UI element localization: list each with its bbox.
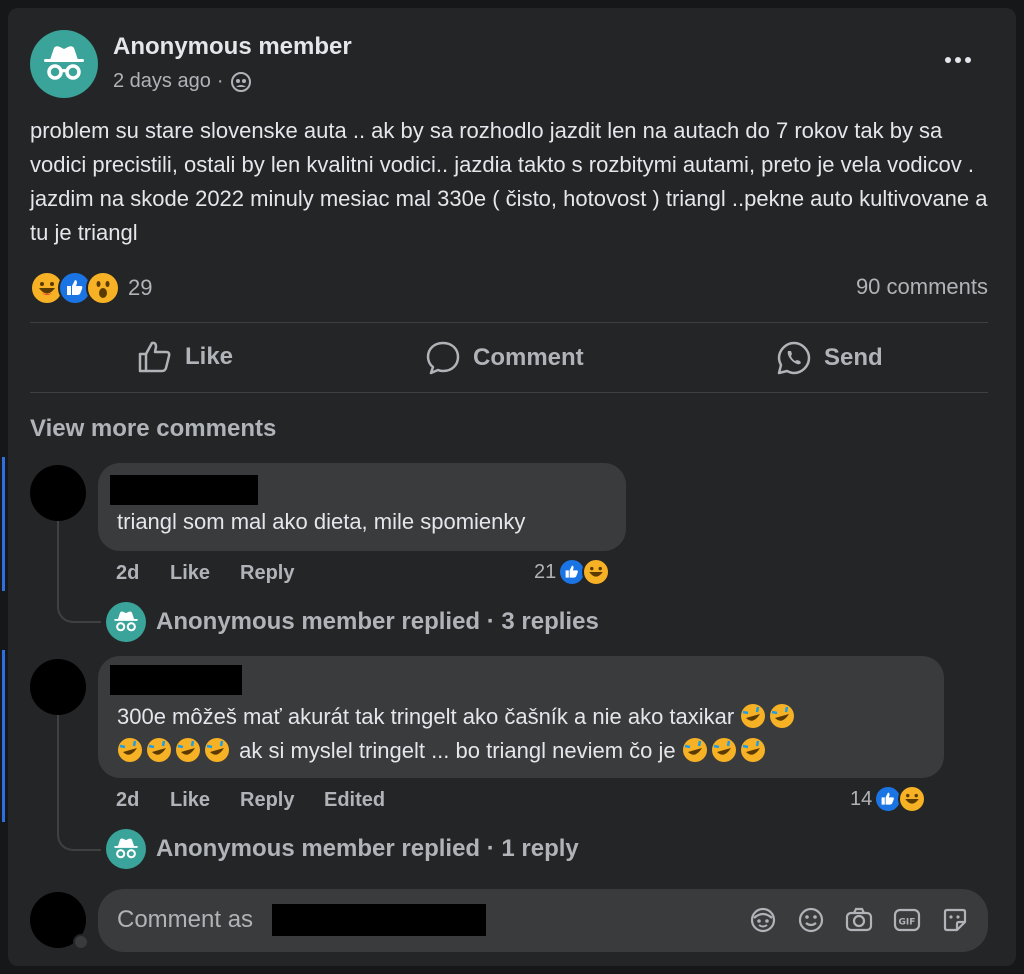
sticker-icon[interactable] xyxy=(940,905,970,935)
anonymous-avatar xyxy=(106,602,146,642)
rofl-emoji-icon xyxy=(175,737,201,763)
comment-reactions[interactable]: 21 xyxy=(534,558,611,586)
comment-label: Comment xyxy=(473,344,584,371)
highlight-bar xyxy=(2,457,5,591)
incognito-icon xyxy=(44,46,84,80)
comment-like-button[interactable]: Like xyxy=(170,562,210,585)
dot-icon xyxy=(955,57,961,63)
comment-like-button[interactable]: Like xyxy=(170,789,210,812)
camera-icon[interactable] xyxy=(844,905,874,935)
comment-reaction-count: 14 xyxy=(850,787,873,810)
post-author-name[interactable]: Anonymous member xyxy=(113,33,352,61)
comment-text: triangl som mal ako dieta, mile spomienk… xyxy=(117,509,526,534)
redacted-name[interactable] xyxy=(110,665,242,695)
more-options-button[interactable] xyxy=(940,48,976,72)
rofl-emoji-icon xyxy=(117,737,143,763)
post-text: problem su stare slovenske auta .. ak by… xyxy=(30,118,988,245)
comment-reply-button[interactable]: Reply xyxy=(240,562,294,585)
dot-icon xyxy=(965,57,971,63)
wow-emoji-icon xyxy=(86,271,120,305)
whatsapp-icon xyxy=(777,341,811,375)
commenter-avatar[interactable] xyxy=(30,659,86,715)
comment-bubble-icon xyxy=(426,341,460,375)
redacted-name[interactable] xyxy=(110,475,258,505)
like-button[interactable]: Like xyxy=(137,340,233,374)
emoji-icon[interactable] xyxy=(796,905,826,935)
like-label: Like xyxy=(185,343,234,370)
thumbs-up-icon xyxy=(138,341,171,373)
highlight-bar xyxy=(2,650,5,822)
comment-text: 300e môžeš mať akurát tak tringelt ako č… xyxy=(117,704,735,729)
view-more-comments[interactable]: View more comments xyxy=(30,415,276,443)
group-audience-icon xyxy=(230,71,251,92)
comments-count[interactable]: 90 comments xyxy=(856,274,988,300)
chevron-down-icon[interactable] xyxy=(73,934,89,950)
replies-label: Anonymous member replied · 1 reply xyxy=(156,835,579,862)
post-reactions[interactable]: 29 xyxy=(30,271,152,305)
composer-tools: GIF xyxy=(748,905,970,935)
redacted-name xyxy=(272,904,486,936)
comment-time[interactable]: 2d xyxy=(116,562,139,585)
divider xyxy=(30,322,988,323)
comment-reaction-count: 21 xyxy=(534,560,557,583)
comment-button[interactable]: Comment xyxy=(425,340,584,376)
send-label: Send xyxy=(824,344,883,371)
thread-line xyxy=(57,715,101,851)
commenter-avatar[interactable] xyxy=(30,465,86,521)
divider xyxy=(30,392,988,393)
view-replies-link[interactable]: Anonymous member replied · 1 reply xyxy=(106,829,579,869)
gif-icon[interactable]: GIF xyxy=(892,905,922,935)
incognito-icon xyxy=(114,838,138,859)
anonymous-avatar[interactable] xyxy=(30,30,98,98)
comment-reply-button[interactable]: Reply xyxy=(240,789,294,812)
laugh-emoji-icon xyxy=(898,785,927,813)
rofl-emoji-icon xyxy=(146,737,172,763)
post-time[interactable]: 2 days ago xyxy=(113,70,211,93)
rofl-emoji-icon xyxy=(769,703,795,729)
anonymous-avatar xyxy=(106,829,146,869)
rofl-emoji-icon xyxy=(682,737,708,763)
incognito-icon xyxy=(114,611,138,632)
comment-placeholder: Comment as xyxy=(117,906,254,933)
rofl-emoji-icon xyxy=(740,703,766,729)
dot-icon xyxy=(945,57,951,63)
send-button[interactable]: Send xyxy=(776,340,883,376)
meta-separator: · xyxy=(216,70,224,92)
post-meta: 2 days ago · xyxy=(113,70,252,93)
reaction-count[interactable]: 29 xyxy=(128,275,152,301)
rofl-emoji-icon xyxy=(711,737,737,763)
comment-text: ak si myslel tringelt ... bo triangl nev… xyxy=(239,738,676,763)
thread-line xyxy=(57,521,101,623)
edited-label[interactable]: Edited xyxy=(324,789,385,812)
rofl-emoji-icon xyxy=(740,737,766,763)
comment-time[interactable]: 2d xyxy=(116,789,139,812)
svg-text:GIF: GIF xyxy=(899,918,916,928)
laugh-emoji-icon xyxy=(582,558,611,586)
comment-text-line1: 300e môžeš mať akurát tak tringelt ako č… xyxy=(117,703,798,730)
replies-label: Anonymous member replied · 3 replies xyxy=(156,608,599,635)
rofl-emoji-icon xyxy=(204,737,230,763)
comment-text-line2: ak si myslel tringelt ... bo triangl nev… xyxy=(117,737,769,764)
avatar-sticker-icon[interactable] xyxy=(748,905,778,935)
comment-reactions[interactable]: 14 xyxy=(850,785,927,813)
view-replies-link[interactable]: Anonymous member replied · 3 replies xyxy=(106,602,599,642)
